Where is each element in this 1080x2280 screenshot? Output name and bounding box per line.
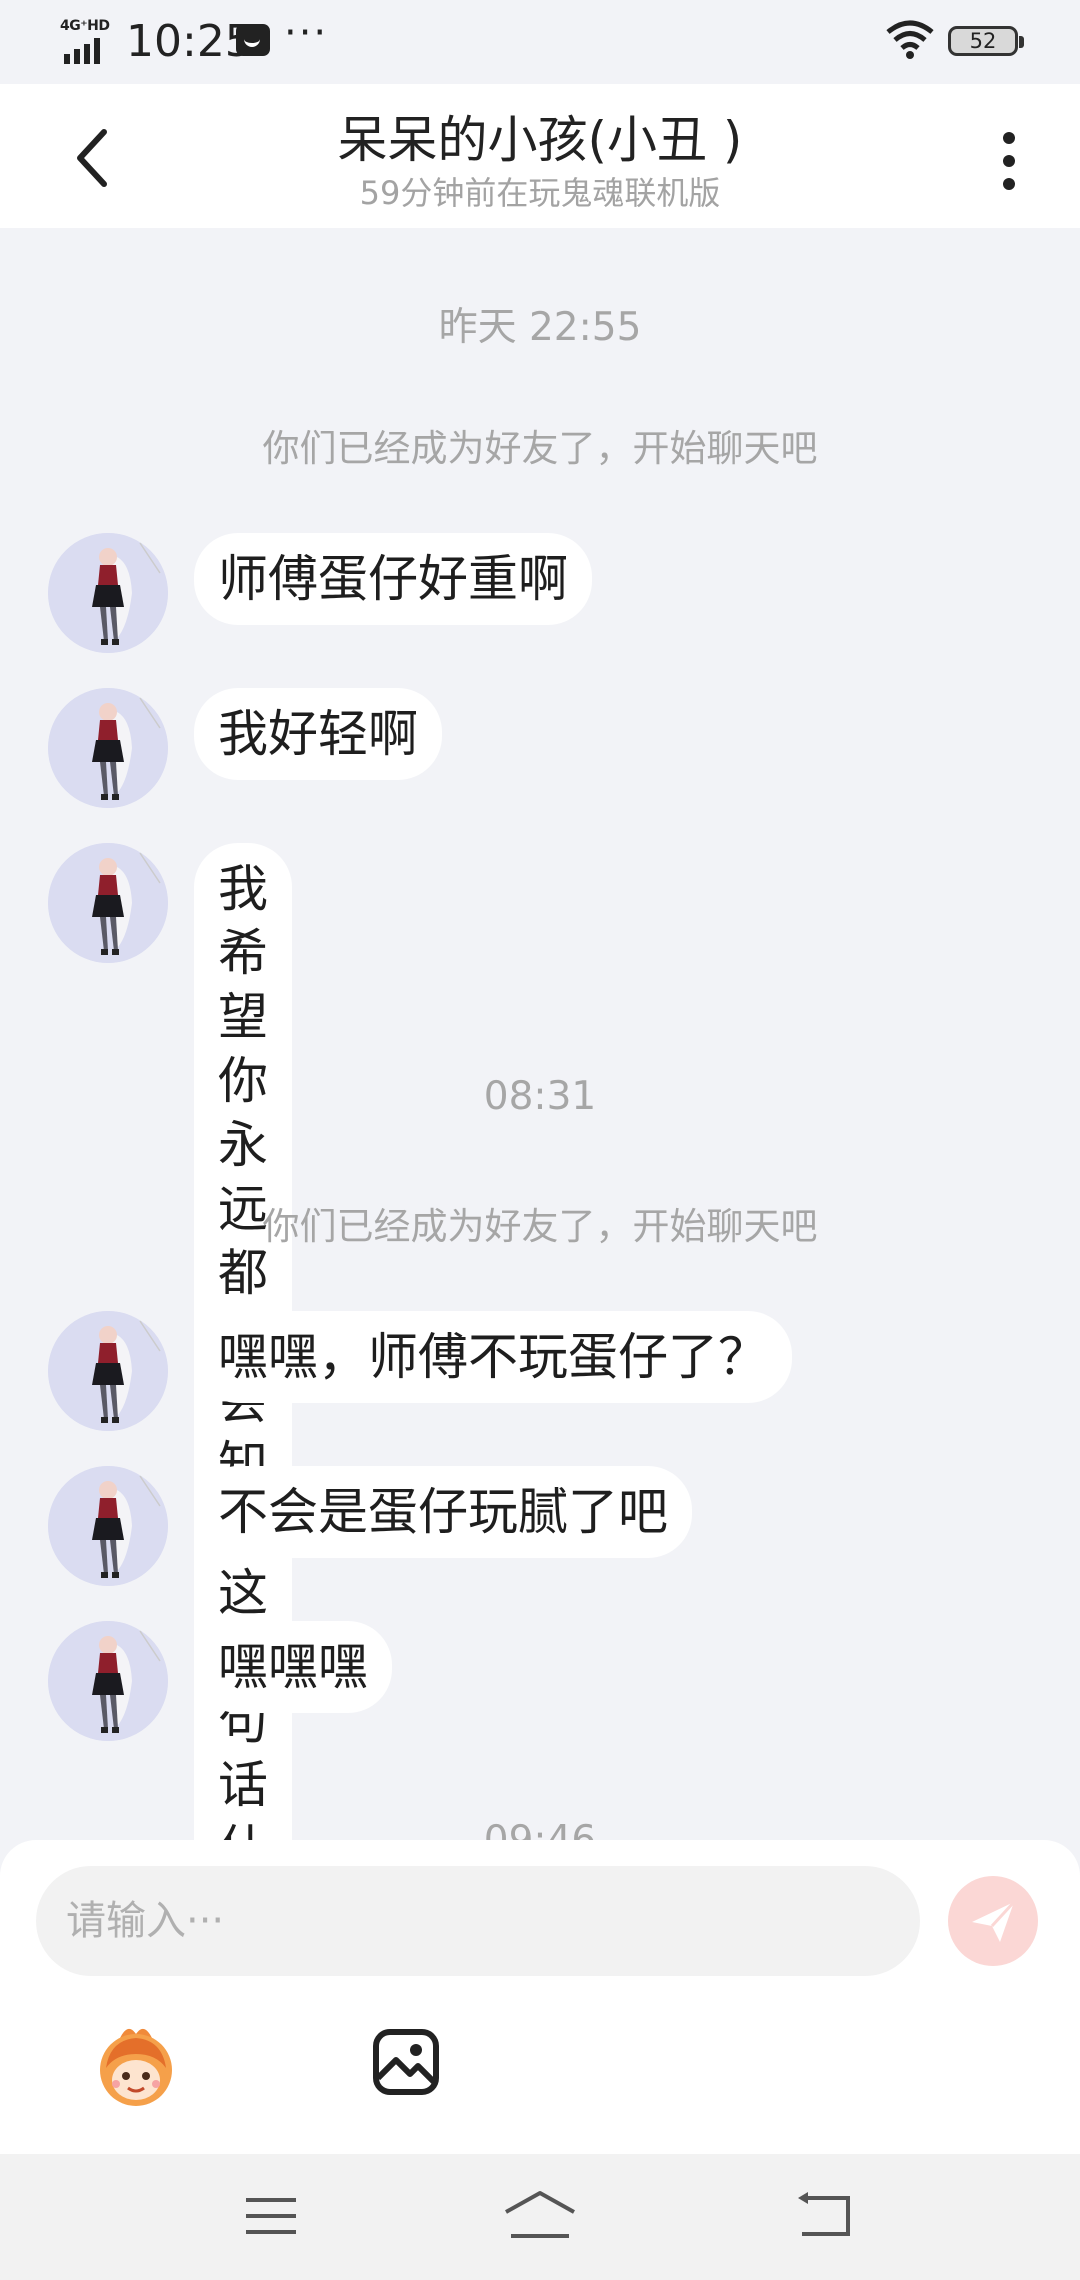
emoji-icon [100, 2028, 172, 2106]
message-bubble[interactable]: 嘿嘿嘿 [194, 1621, 392, 1713]
message-bubble[interactable]: 师傅蛋仔好重啊 [194, 533, 592, 625]
wifi-icon [886, 20, 934, 59]
message-input[interactable] [36, 1866, 920, 1976]
system-notice: 你们已经成为好友了，开始聊天吧 [262, 1205, 818, 1248]
more-vertical-icon-dot [1003, 155, 1015, 167]
avatar[interactable] [48, 1311, 168, 1431]
more-vertical-icon-dot [1003, 178, 1015, 190]
message-bubble[interactable]: 嘿嘿，师傅不玩蛋仔了？ [194, 1311, 792, 1403]
avatar[interactable] [48, 1466, 168, 1586]
time-divider: 08:31 [483, 1074, 597, 1119]
time-divider: 昨天 22:55 [438, 305, 642, 350]
emoji-button[interactable] [90, 2020, 182, 2112]
menu-icon[interactable] [244, 2194, 298, 2238]
send-button[interactable] [948, 1876, 1038, 1966]
page-title: 呆呆的小孩(小丑 ) [337, 111, 743, 169]
time-divider: 09:46 [0, 1818, 1080, 1840]
message-list[interactable]: 昨天 22:55 你们已经成为好友了，开始聊天吧 师傅蛋仔好重啊 我好轻啊 我希… [0, 228, 1080, 1840]
message-notification-icon [236, 24, 270, 56]
image-button[interactable] [370, 2026, 442, 2098]
avatar[interactable] [48, 1621, 168, 1741]
avatar[interactable] [48, 533, 168, 653]
back-icon[interactable] [796, 2192, 852, 2238]
status-bar: 4G⁺HD 10:25 ··· 52 [0, 0, 1080, 84]
clock: 10:25 [126, 16, 253, 67]
home-icon[interactable] [503, 2190, 577, 2240]
avatar[interactable] [48, 688, 168, 808]
signal-icon [64, 38, 100, 64]
more-notifications-icon: ··· [284, 10, 329, 56]
system-notice: 你们已经成为好友了，开始聊天吧 [262, 427, 818, 470]
network-indicator: 4G⁺HD [60, 18, 116, 64]
network-label: 4G⁺HD [60, 18, 110, 34]
input-panel [0, 1840, 1080, 2154]
more-options-button[interactable] [990, 126, 1030, 196]
system-nav-bar [0, 2154, 1080, 2280]
send-icon [972, 1900, 1016, 1942]
image-icon [373, 2029, 439, 2095]
battery-level: 52 [969, 29, 997, 53]
battery-icon: 52 [948, 26, 1024, 56]
chat-header: 呆呆的小孩(小丑 ) 59分钟前在玩鬼魂联机版 [0, 84, 1080, 228]
message-bubble[interactable]: 不会是蛋仔玩腻了吧 [194, 1466, 692, 1558]
last-active-status: 59分钟前在玩鬼魂联机版 [359, 174, 721, 212]
more-vertical-icon [1003, 132, 1015, 144]
avatar[interactable] [48, 843, 168, 963]
message-bubble[interactable]: 我好轻啊 [194, 688, 442, 780]
